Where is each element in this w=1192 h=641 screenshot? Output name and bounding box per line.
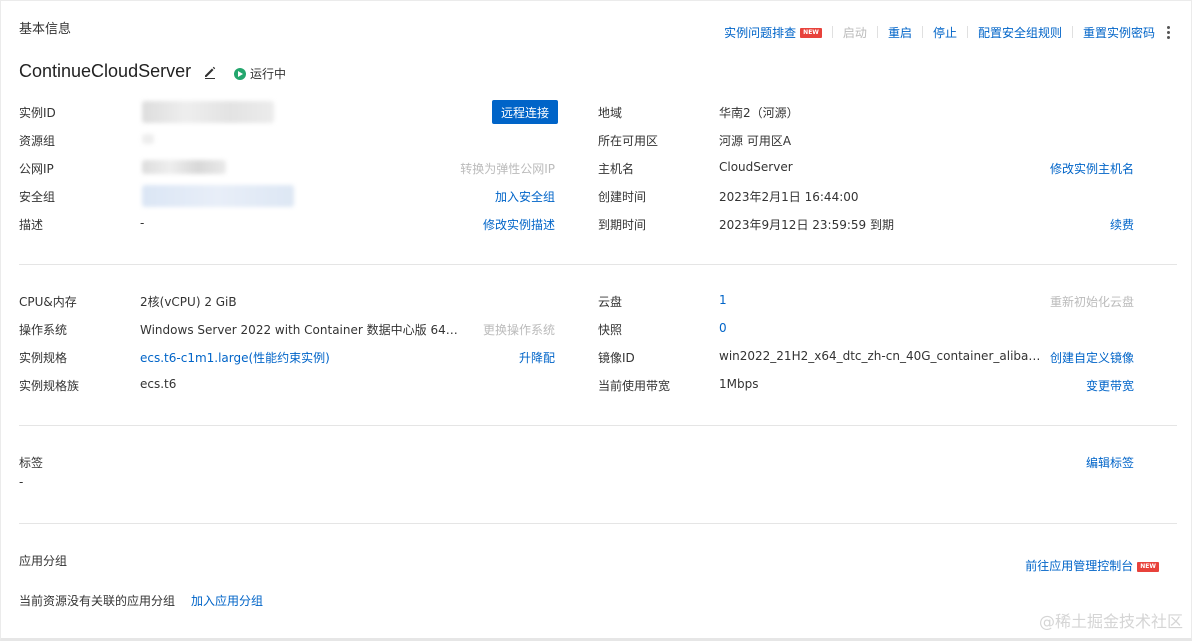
instance-name: ContinueCloudServer bbox=[19, 61, 192, 81]
reinit-disk-link[interactable]: 重新初始化云盘 bbox=[1050, 293, 1134, 310]
disk-label: 云盘 bbox=[598, 295, 623, 309]
restart-button[interactable]: 重启 bbox=[888, 24, 912, 41]
more-icon[interactable] bbox=[1161, 23, 1175, 41]
divider bbox=[831, 26, 833, 38]
instance-id-redacted bbox=[142, 101, 274, 123]
divider bbox=[876, 26, 878, 38]
divider bbox=[921, 26, 923, 38]
section-divider bbox=[19, 264, 1177, 265]
region-label: 地域 bbox=[598, 106, 623, 120]
config-sg-rules-link[interactable]: 配置安全组规则 bbox=[978, 24, 1062, 41]
expire-time-value: 2023年9月12日 23:59:59 到期 bbox=[719, 218, 894, 232]
add-security-group-link[interactable]: 加入安全组 bbox=[495, 188, 555, 205]
zone-value: 河源 可用区A bbox=[719, 134, 792, 148]
convert-eip-link[interactable]: 转换为弹性公网IP bbox=[460, 160, 555, 177]
remote-connect-button[interactable]: 远程连接 bbox=[492, 100, 558, 124]
action-bar: 实例问题排查 NEW 启动 重启 停止 配置安全组规则 重置实例密码 bbox=[724, 23, 1175, 41]
image-id-label: 镜像ID bbox=[598, 351, 635, 365]
hostname-label: 主机名 bbox=[598, 162, 635, 176]
zone-label: 所在可用区 bbox=[598, 134, 659, 148]
status-badge: 运行中 bbox=[234, 65, 286, 82]
security-group-label: 安全组 bbox=[19, 190, 56, 204]
expire-time-label: 到期时间 bbox=[598, 218, 647, 232]
snapshot-count-link[interactable]: 0 bbox=[719, 321, 727, 335]
edit-description-link[interactable]: 修改实例描述 bbox=[483, 216, 555, 233]
bandwidth-value: 1Mbps bbox=[719, 377, 759, 391]
instance-family-value: ecs.t6 bbox=[140, 377, 177, 391]
snapshot-label: 快照 bbox=[598, 323, 623, 337]
cpu-memory-label: CPU&内存 bbox=[19, 295, 77, 309]
upgrade-downgrade-link[interactable]: 升降配 bbox=[519, 349, 555, 366]
change-bandwidth-link[interactable]: 变更带宽 bbox=[1086, 377, 1134, 394]
change-os-link[interactable]: 更换操作系统 bbox=[483, 321, 555, 338]
instance-id-label: 实例ID bbox=[19, 106, 56, 120]
tags-value: - bbox=[19, 475, 24, 489]
resource-group-label: 资源组 bbox=[19, 134, 56, 148]
edit-hostname-link[interactable]: 修改实例主机名 bbox=[1050, 160, 1134, 177]
resource-group-redacted bbox=[142, 134, 154, 144]
troubleshoot-link[interactable]: 实例问题排查 NEW bbox=[724, 24, 822, 41]
os-label: 操作系统 bbox=[19, 323, 68, 337]
region-value: 华南2（河源） bbox=[719, 106, 799, 120]
hostname-value: CloudServer bbox=[719, 160, 793, 174]
section-divider bbox=[19, 425, 1177, 426]
image-id-value: win2022_21H2_x64_dtc_zh-cn_40G_container… bbox=[719, 349, 1041, 363]
divider bbox=[1071, 26, 1073, 38]
instance-type-label: 实例规格 bbox=[19, 351, 68, 365]
goto-app-console-link[interactable]: 前往应用管理控制台 NEW bbox=[1025, 557, 1159, 574]
tags-label: 标签 bbox=[19, 456, 44, 470]
watermark: @稀土掘金技术社区 bbox=[1038, 612, 1183, 631]
instance-family-label: 实例规格族 bbox=[19, 379, 80, 393]
stop-button[interactable]: 停止 bbox=[933, 24, 957, 41]
public-ip-label: 公网IP bbox=[19, 162, 54, 176]
divider bbox=[966, 26, 968, 38]
os-value: Windows Server 2022 with Container 数据中心版… bbox=[140, 323, 458, 337]
basic-info-card: 基本信息 实例问题排查 NEW 启动 重启 停止 配置安全组规则 重置实例密码 C… bbox=[0, 0, 1192, 641]
description-value: - bbox=[140, 216, 145, 230]
start-button[interactable]: 启动 bbox=[843, 24, 867, 41]
create-image-link[interactable]: 创建自定义镜像 bbox=[1050, 349, 1134, 366]
add-app-group-link[interactable]: 加入应用分组 bbox=[191, 592, 263, 609]
renew-link[interactable]: 续费 bbox=[1110, 216, 1134, 233]
running-icon bbox=[234, 67, 246, 80]
app-group-empty-text: 当前资源没有关联的应用分组 bbox=[19, 594, 176, 608]
created-time-label: 创建时间 bbox=[598, 190, 647, 204]
section-divider bbox=[19, 523, 1177, 524]
cpu-memory-value: 2核(vCPU) 2 GiB bbox=[140, 295, 237, 309]
public-ip-redacted bbox=[142, 160, 226, 174]
reset-password-link[interactable]: 重置实例密码 bbox=[1083, 24, 1155, 41]
disk-count-link[interactable]: 1 bbox=[719, 293, 727, 307]
security-group-redacted[interactable] bbox=[142, 185, 294, 207]
new-badge: NEW bbox=[1137, 561, 1159, 572]
bandwidth-label: 当前使用带宽 bbox=[598, 379, 671, 393]
edit-icon[interactable] bbox=[202, 64, 218, 80]
status-text: 运行中 bbox=[250, 67, 287, 81]
description-label: 描述 bbox=[19, 218, 44, 232]
instance-type-link[interactable]: ecs.t6-c1m1.large(性能约束实例) bbox=[140, 349, 330, 366]
app-group-label: 应用分组 bbox=[19, 554, 68, 568]
section-title: 基本信息 bbox=[19, 22, 72, 37]
created-time-value: 2023年2月1日 16:44:00 bbox=[719, 190, 859, 204]
edit-tags-link[interactable]: 编辑标签 bbox=[1086, 454, 1134, 471]
new-badge: NEW bbox=[800, 28, 822, 38]
